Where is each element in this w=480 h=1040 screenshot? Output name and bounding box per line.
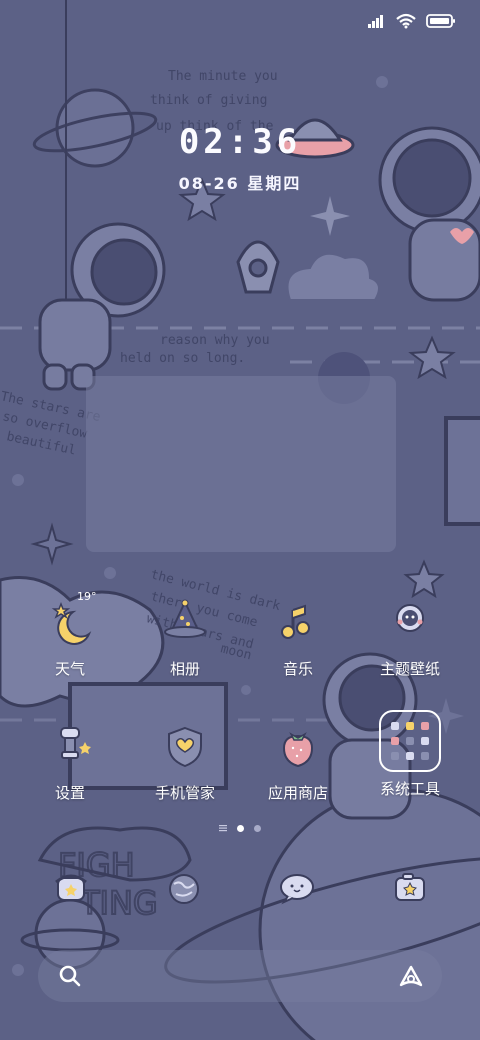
wallpaper-text-5: held on so long. [120,351,245,366]
battery-icon [426,14,455,28]
clock-time: 02:36 [178,122,302,162]
app-label-security: 手机管家 [154,784,215,802]
dock-camera[interactable] [383,862,437,916]
dock-messages[interactable] [270,862,324,916]
settings-lamp-icon [43,722,97,776]
signal-icon [368,15,383,28]
assistant-icon[interactable] [398,964,424,988]
dock-browser[interactable] [157,862,211,916]
themes-astronaut-icon [383,598,437,652]
app-music[interactable]: 音乐 [248,598,348,679]
app-label-themes: 主题壁纸 [379,660,440,678]
app-gallery[interactable]: 相册 [135,598,235,679]
weather-moon-icon: 19° [43,590,97,652]
dock-phone[interactable] [44,862,98,916]
globe-icon [169,874,199,904]
page-dot-active[interactable] [237,824,244,832]
app-weather[interactable]: 19° 天气 [20,590,120,679]
music-moon-icon [271,598,325,652]
search-icon[interactable] [58,964,82,988]
search-bar[interactable] [38,950,442,1002]
wallpaper-text-1: The minute you [168,69,278,84]
app-themes[interactable]: 主题壁纸 [360,598,460,679]
chat-bubble-icon [280,874,314,905]
clock-widget[interactable]: 02:36 08-26 星期四 [0,122,480,194]
app-store-strawberry-icon [271,722,325,776]
rocket [236,240,280,294]
app-system-tools[interactable]: 系统工具 [360,710,460,799]
app-label-weather: 天气 [54,660,85,678]
wifi-icon [396,13,416,29]
system-tools-folder-icon [379,710,441,772]
app-label-settings: 设置 [54,784,85,802]
clock-date: 08-26 星期四 [178,174,302,193]
gallery-wizard-hat-icon [158,598,212,652]
phone-icon [55,874,87,901]
page-indicator [0,824,480,832]
status-bar [368,10,456,32]
app-security[interactable]: 手机管家 [135,722,235,803]
page-dot[interactable] [254,824,261,832]
wallpaper-text-4: reason why you [160,333,270,348]
app-settings[interactable]: 设置 [20,722,120,803]
security-shield-icon [158,722,212,776]
app-label-store: 应用商店 [267,784,328,802]
app-label-gallery: 相册 [169,660,200,678]
page-list-icon [219,825,227,832]
app-label-system-tools: 系统工具 [379,780,440,798]
widget-panel[interactable] [86,376,396,552]
app-store[interactable]: 应用商店 [248,722,348,803]
weather-temperature: 19° [77,590,97,603]
app-label-music: 音乐 [282,660,313,678]
wallpaper-text-2: think of giving [150,93,267,108]
camera-icon [395,873,425,901]
